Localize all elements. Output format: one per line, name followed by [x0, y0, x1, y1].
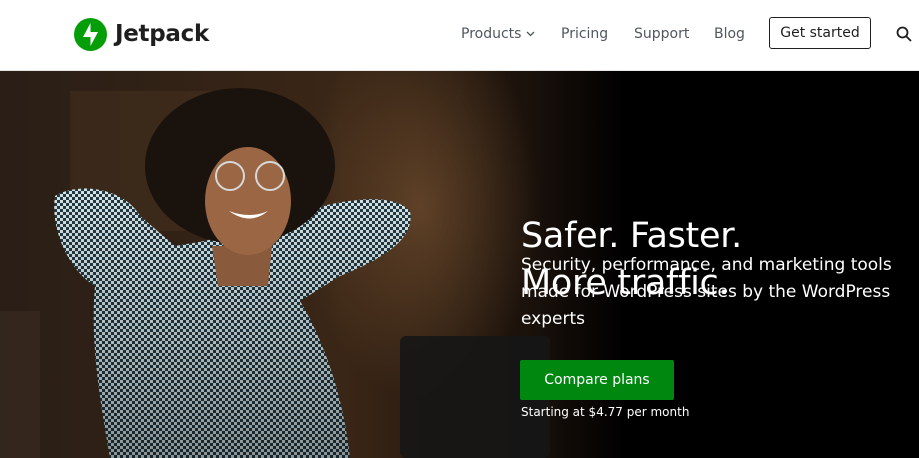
nav-item-products-label: Products	[461, 26, 522, 42]
hero-subtitle: Security, performance, and marketing too…	[521, 255, 892, 329]
price-note: Starting at $4.77 per month	[521, 405, 690, 419]
jetpack-bolt-icon	[74, 17, 107, 51]
nav-item-support[interactable]: Support	[634, 24, 689, 44]
logo-text: Jetpack	[115, 21, 209, 47]
jetpack-logo[interactable]: Jetpack	[74, 17, 209, 51]
search-icon[interactable]	[895, 25, 913, 43]
site-header: Jetpack Products Pricing Support Blog Ge…	[0, 0, 919, 71]
compare-plans-button[interactable]: Compare plans	[520, 360, 674, 400]
nav-item-pricing[interactable]: Pricing	[561, 24, 608, 44]
get-started-button[interactable]: Get started	[769, 17, 871, 49]
chevron-down-icon	[526, 31, 535, 37]
nav-item-products[interactable]: Products	[461, 24, 535, 44]
nav-item-blog[interactable]: Blog	[714, 24, 745, 44]
